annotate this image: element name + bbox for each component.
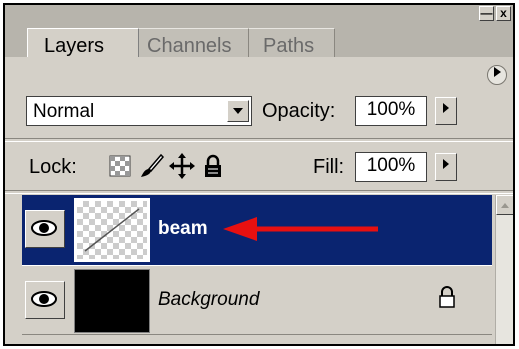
chevron-down-icon[interactable] (227, 100, 249, 122)
panel-menu-button[interactable] (487, 65, 507, 85)
tab-paths-label: Paths (263, 35, 315, 57)
scroll-up-button[interactable] (496, 195, 513, 215)
panel-titlebar: — x (5, 5, 513, 23)
visibility-toggle[interactable] (25, 281, 65, 319)
tab-layers[interactable]: Layers (27, 28, 139, 57)
triangle-right-icon (443, 159, 449, 169)
lock-brush-icon[interactable] (139, 153, 165, 184)
lock-label: Lock: (29, 156, 77, 178)
layer-name[interactable]: Background (158, 289, 259, 311)
minimize-icon: — (480, 6, 493, 20)
opacity-input[interactable]: 100% (355, 96, 427, 126)
triangle-right-icon (443, 103, 449, 113)
separator (5, 190, 513, 194)
red-arrow-annotation (223, 217, 378, 241)
visibility-toggle[interactable] (25, 210, 65, 248)
eye-icon (31, 220, 57, 236)
lock-icon (438, 286, 456, 313)
tab-layers-label: Layers (44, 35, 105, 57)
lock-all-icon[interactable] (203, 154, 223, 183)
separator (5, 138, 513, 142)
layer-name[interactable]: beam (158, 218, 208, 240)
close-icon: x (500, 6, 507, 20)
fill-label: Fill: (313, 156, 345, 178)
layer-thumbnail[interactable] (74, 269, 150, 333)
tab-channels-label: Channels (147, 35, 232, 57)
panel-tabs: Layers Channels Paths (5, 23, 513, 57)
minimize-button[interactable]: — (479, 6, 494, 21)
opacity-label: Opacity: (262, 100, 336, 122)
fill-input[interactable]: 100% (355, 152, 427, 182)
layers-scrollbar[interactable] (495, 195, 513, 344)
eye-icon (31, 291, 57, 307)
triangle-right-icon (494, 67, 501, 77)
close-button[interactable]: x (496, 6, 511, 21)
lock-transparent-icon[interactable] (109, 155, 131, 182)
tab-paths[interactable]: Paths (249, 28, 335, 57)
layer-thumbnail[interactable] (74, 198, 150, 262)
blend-mode-value: Normal (33, 101, 95, 122)
layers-panel: — x Layers Channels Paths Normal Opacity… (3, 3, 515, 346)
fill-stepper[interactable] (435, 153, 457, 181)
tab-channels[interactable]: Channels (139, 28, 249, 57)
chevron-up-icon (501, 203, 509, 208)
layer-row-background[interactable]: Background (22, 265, 492, 335)
blend-mode-select[interactable]: Normal (26, 96, 252, 126)
opacity-stepper[interactable] (435, 97, 457, 125)
lock-move-icon[interactable] (169, 153, 195, 184)
